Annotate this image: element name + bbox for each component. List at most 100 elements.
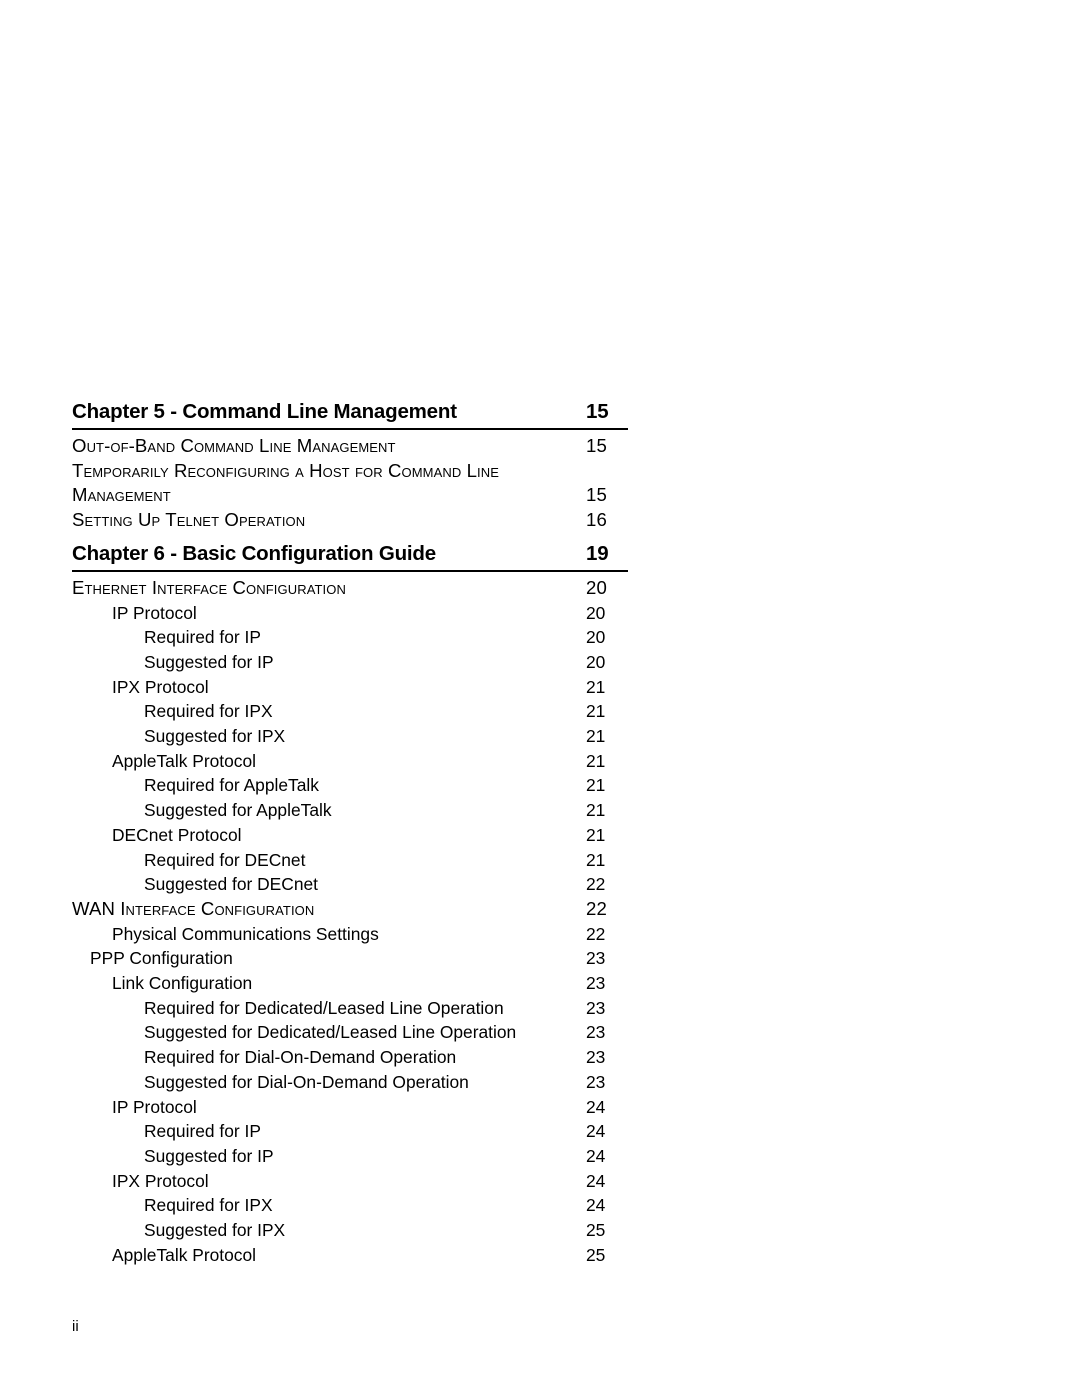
toc-entry-page-number: 21 bbox=[586, 676, 606, 697]
toc-entry-page-number: 23 bbox=[586, 1047, 606, 1068]
toc-entry-label: Suggested for DECnet bbox=[144, 874, 319, 895]
chapter-page-number: 15 bbox=[586, 400, 609, 423]
toc-entry-label: PPP Configuration bbox=[90, 948, 233, 969]
toc-entry-page-number: 25 bbox=[586, 1220, 606, 1241]
toc-entry[interactable]: Required for Dial-On-Demand Operation 23 bbox=[72, 1045, 628, 1070]
toc-entry[interactable]: Required for Dedicated/Leased Line Opera… bbox=[72, 996, 628, 1021]
toc-entry-page-number: 21 bbox=[586, 824, 606, 845]
toc-entry-label: Setting Up Telnet Operation bbox=[72, 509, 306, 531]
toc-entry[interactable]: IPX Protocol 21 bbox=[72, 675, 628, 700]
toc-entry[interactable]: AppleTalk Protocol 21 bbox=[72, 749, 628, 774]
toc-entry-page-number: 23 bbox=[586, 948, 606, 969]
toc-entry-page-number: 21 bbox=[586, 775, 606, 796]
toc-entry[interactable]: Suggested for Dedicated/Leased Line Oper… bbox=[72, 1020, 628, 1045]
toc-entry[interactable]: Physical Communications Settings 22 bbox=[72, 922, 628, 947]
toc-entry-label: Required for IPX bbox=[144, 1195, 273, 1216]
toc-entry-label: Required for IP bbox=[144, 1121, 261, 1142]
toc-entry[interactable]: Suggested for Dial-On-Demand Operation 23 bbox=[72, 1070, 628, 1095]
toc-entry[interactable]: WAN Interface Configuration 22 bbox=[72, 897, 628, 922]
toc-entry[interactable]: Required for IP 20 bbox=[72, 625, 628, 650]
toc-entry-label: Required for IP bbox=[144, 627, 261, 648]
table-of-contents-page: Chapter 5 - Command Line Management 15 Out… bbox=[0, 0, 1080, 1397]
toc-entry[interactable]: Temporarily Reconfiguring a Host for Com… bbox=[72, 459, 628, 508]
toc-entry-label: IPX Protocol bbox=[112, 676, 209, 697]
toc-entry[interactable]: IPX Protocol 24 bbox=[72, 1169, 628, 1194]
toc-entry-label: IP Protocol bbox=[112, 1096, 197, 1117]
toc-entry[interactable]: Required for AppleTalk 21 bbox=[72, 773, 628, 798]
toc-entry-label: Suggested for IP bbox=[144, 1145, 274, 1166]
toc-entry[interactable]: Link Configuration 23 bbox=[72, 971, 628, 996]
toc-entry[interactable]: Ethernet Interface Configuration 20 bbox=[72, 576, 628, 601]
toc-entry-page-number: 21 bbox=[586, 800, 606, 821]
toc-entry[interactable]: Out-of-Band Command Line Management 15 bbox=[72, 434, 628, 459]
toc-entry[interactable]: IP Protocol 20 bbox=[72, 601, 628, 626]
toc-entry-label: Ethernet Interface Configuration bbox=[72, 576, 346, 598]
toc-entry-page-number: 23 bbox=[586, 1022, 606, 1043]
toc-content: Chapter 5 - Command Line Management 15 Out… bbox=[72, 398, 628, 1268]
toc-entry-label: Required for Dedicated/Leased Line Opera… bbox=[144, 997, 504, 1018]
toc-entry-page-number: 24 bbox=[586, 1195, 606, 1216]
chapter-rule bbox=[72, 569, 628, 572]
toc-entry-page-number: 24 bbox=[586, 1096, 606, 1117]
chapter-page-number: 19 bbox=[586, 541, 609, 565]
toc-entry-page-number: 24 bbox=[586, 1170, 606, 1191]
chapter-block: Chapter 6 - Basic Configuration Guide 19 bbox=[72, 540, 628, 572]
toc-entry[interactable]: IP Protocol 24 bbox=[72, 1095, 628, 1120]
toc-entry-label: Out-of-Band Command Line Management bbox=[72, 435, 396, 456]
toc-entry[interactable]: Suggested for AppleTalk 21 bbox=[72, 798, 628, 823]
toc-entry[interactable]: Required for IP 24 bbox=[72, 1119, 628, 1144]
toc-entry-label: Physical Communications Settings bbox=[112, 923, 379, 944]
toc-entry-page-number: 21 bbox=[586, 726, 606, 747]
toc-entry-page-number: 20 bbox=[586, 651, 606, 672]
toc-entry-page-number: 20 bbox=[586, 602, 606, 623]
toc-entry-page-number: 22 bbox=[586, 923, 606, 944]
chapter-block: Chapter 5 - Command Line Management 15 bbox=[72, 398, 628, 430]
toc-entry-label: Suggested for IP bbox=[144, 651, 274, 672]
toc-entry[interactable]: Suggested for IPX 25 bbox=[72, 1218, 628, 1243]
toc-entry[interactable]: Suggested for IP 24 bbox=[72, 1144, 628, 1169]
toc-entry-page-number: 24 bbox=[586, 1145, 606, 1166]
toc-entry-label: IP Protocol bbox=[112, 602, 197, 623]
toc-entry[interactable]: Required for IPX 21 bbox=[72, 699, 628, 724]
toc-entry-label: Suggested for IPX bbox=[144, 726, 286, 747]
toc-entry-page-number: 21 bbox=[586, 701, 606, 722]
chapter-rule bbox=[72, 428, 628, 430]
toc-entry-page-number: 20 bbox=[586, 627, 606, 648]
toc-entry-page-number: 21 bbox=[586, 750, 606, 771]
chapter-title: Chapter 5 - Command Line Management bbox=[72, 400, 457, 423]
chapter-heading[interactable]: Chapter 6 - Basic Configuration Guide 19 bbox=[72, 540, 628, 569]
toc-entry[interactable]: PPP Configuration 23 bbox=[72, 946, 628, 971]
toc-entry-label: Required for Dial-On-Demand Operation bbox=[144, 1047, 457, 1068]
toc-entry-label: AppleTalk Protocol bbox=[112, 750, 257, 771]
toc-entry-label: Suggested for Dial-On-Demand Operation bbox=[144, 1071, 469, 1092]
toc-entry-page-number: 23 bbox=[586, 997, 606, 1018]
toc-entry[interactable]: Suggested for DECnet 22 bbox=[72, 872, 628, 897]
toc-entry-page-number: 24 bbox=[586, 1121, 606, 1142]
toc-entry-page-number: 23 bbox=[586, 1071, 606, 1092]
toc-entry-label: Suggested for Dedicated/Leased Line Oper… bbox=[144, 1022, 517, 1043]
toc-entry[interactable]: Setting Up Telnet Operation 16 bbox=[72, 508, 628, 533]
toc-entry-page-number: 20 bbox=[586, 576, 607, 598]
toc-entry-page-number: 23 bbox=[586, 973, 606, 994]
toc-entry-label: AppleTalk Protocol bbox=[112, 1244, 257, 1265]
toc-entry-label: Required for AppleTalk bbox=[144, 775, 319, 796]
toc-entry[interactable]: AppleTalk Protocol 25 bbox=[72, 1243, 628, 1268]
toc-entry-label: Required for DECnet bbox=[144, 849, 306, 870]
toc-entry-label: Link Configuration bbox=[112, 973, 253, 994]
toc-entry-page-number: 15 bbox=[586, 484, 607, 506]
toc-entry-label: IPX Protocol bbox=[112, 1170, 209, 1191]
page-folio: ii bbox=[72, 1318, 79, 1335]
toc-entry-page-number: 21 bbox=[586, 849, 606, 870]
toc-entry[interactable]: Suggested for IPX 21 bbox=[72, 724, 628, 749]
toc-entry-label: Temporarily Reconfiguring a Host for Com… bbox=[72, 459, 499, 506]
toc-entry-page-number: 15 bbox=[586, 435, 607, 456]
chapter-heading[interactable]: Chapter 5 - Command Line Management 15 bbox=[72, 398, 628, 427]
toc-entry-label: Required for IPX bbox=[144, 701, 273, 722]
toc-entry[interactable]: Suggested for IP 20 bbox=[72, 650, 628, 675]
toc-entry-label: DECnet Protocol bbox=[112, 824, 242, 845]
toc-entry-page-number: 16 bbox=[586, 509, 607, 531]
toc-entry[interactable]: DECnet Protocol 21 bbox=[72, 823, 628, 848]
toc-entry-page-number: 25 bbox=[586, 1244, 606, 1265]
toc-entry[interactable]: Required for DECnet 21 bbox=[72, 848, 628, 873]
toc-entry[interactable]: Required for IPX 24 bbox=[72, 1193, 628, 1218]
